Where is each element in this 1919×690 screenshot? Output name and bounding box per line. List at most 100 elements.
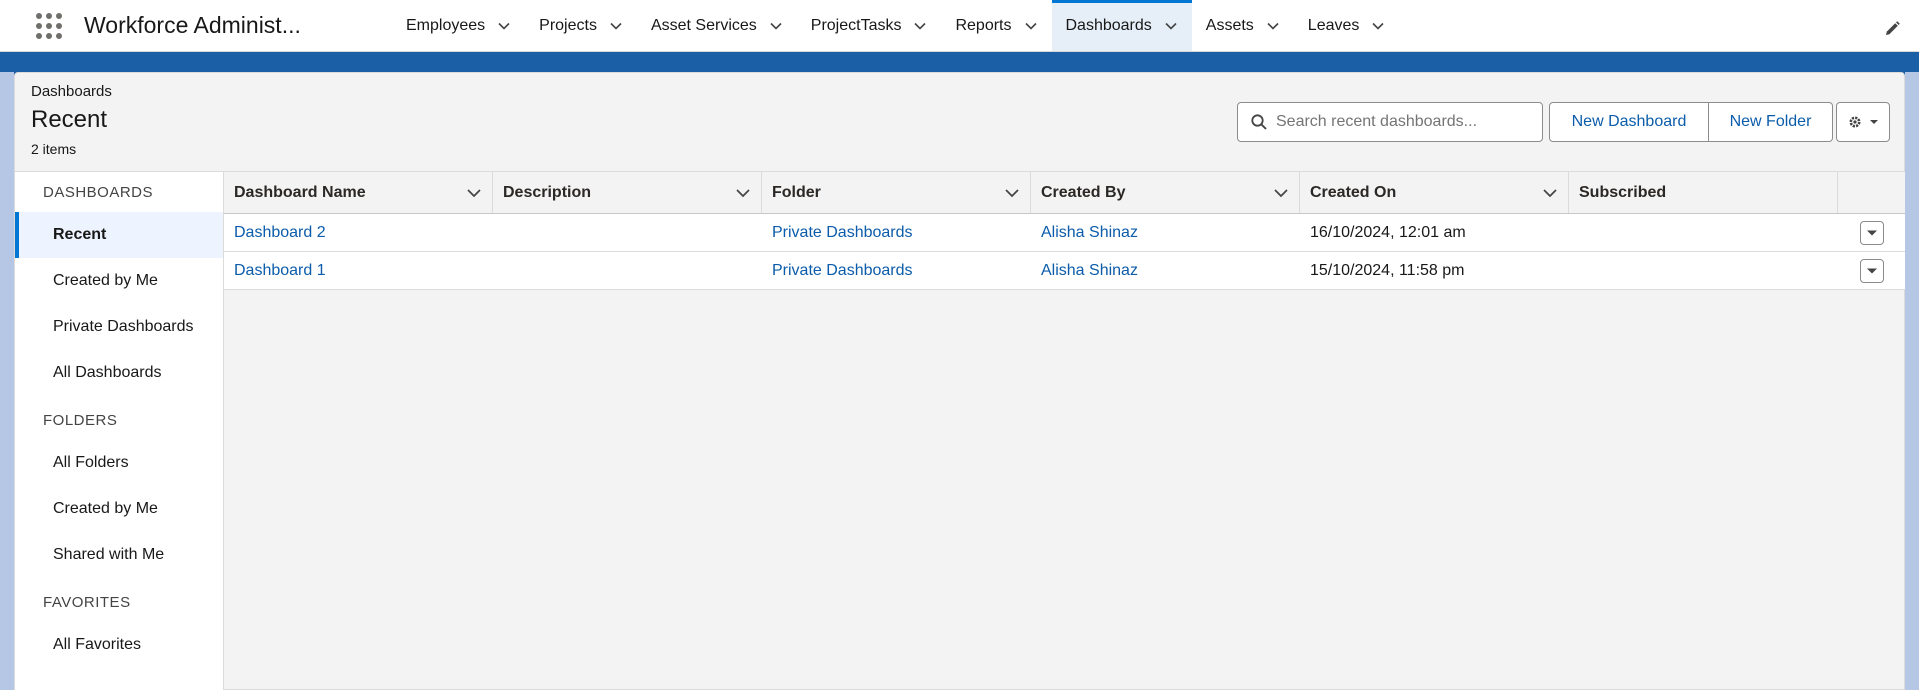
global-nav: Workforce Administ... Employees Projects… <box>0 0 1919 52</box>
app-launcher-button[interactable] <box>0 0 62 51</box>
column-label: Dashboard Name <box>234 183 366 201</box>
cell-dashboard-name: Dashboard 1 <box>224 252 493 289</box>
cell-created-on: 16/10/2024, 12:01 am <box>1310 223 1466 241</box>
cell-row-actions <box>1838 252 1905 289</box>
new-dashboard-button[interactable]: New Dashboard <box>1549 102 1709 142</box>
left-backdrop <box>0 72 14 690</box>
chevron-down-icon[interactable] <box>1273 185 1289 201</box>
tab-label: Dashboards <box>1065 16 1152 34</box>
list-view-card: Dashboards Recent 2 items New Dashboard … <box>14 72 1905 690</box>
tab-assets[interactable]: Assets <box>1192 0 1294 51</box>
cell-created-by: Alisha Shinaz <box>1031 252 1300 289</box>
tab-label: Projects <box>539 16 597 34</box>
tab-asset-services[interactable]: Asset Services <box>637 0 797 51</box>
nav-tabs: Employees Projects Asset Services Projec… <box>392 0 1399 51</box>
caret-down-icon <box>1866 268 1877 273</box>
sidebar-item-shared-with-me[interactable]: Shared with Me <box>15 532 223 578</box>
list-settings-button[interactable] <box>1836 102 1890 142</box>
gear-icon <box>1849 116 1860 128</box>
cell-subscribed <box>1569 252 1838 289</box>
app-launcher-icon <box>36 12 62 39</box>
column-label: Description <box>503 183 592 201</box>
table-header: Dashboard Name Description Folder Create… <box>224 172 1905 214</box>
user-link[interactable]: Alisha Shinaz <box>1041 224 1138 242</box>
sidebar-item-all-folders[interactable]: All Folders <box>15 440 223 486</box>
sidebar-section-title: FAVORITES <box>43 593 131 611</box>
cell-folder: Private Dashboards <box>762 214 1031 251</box>
tab-label: Assets <box>1205 16 1254 34</box>
column-header-subscribed[interactable]: Subscribed <box>1569 172 1838 213</box>
chevron-down-icon[interactable] <box>735 185 751 201</box>
sidebar-item-recent[interactable]: Recent <box>15 212 223 258</box>
search-input[interactable] <box>1276 113 1526 131</box>
column-header-created-by[interactable]: Created By <box>1031 172 1300 213</box>
cell-description <box>493 214 762 251</box>
sidebar-section-title: DASHBOARDS <box>43 183 154 201</box>
tab-label: ProjectTasks <box>810 16 902 34</box>
caret-down-icon <box>1869 120 1878 124</box>
cell-created-on: 15/10/2024, 11:58 pm <box>1310 261 1465 279</box>
sidebar-item-private-dashboards[interactable]: Private Dashboards <box>15 304 223 350</box>
table-row: Dashboard 1 Private Dashboards Alisha Sh… <box>224 252 1905 290</box>
column-header-dashboard-name[interactable]: Dashboard Name <box>224 172 493 213</box>
chevron-down-icon[interactable] <box>1024 19 1038 33</box>
column-header-folder[interactable]: Folder <box>762 172 1031 213</box>
folder-link[interactable]: Private Dashboards <box>772 262 913 280</box>
sidebar-item-folders-created-by-me[interactable]: Created by Me <box>15 486 223 532</box>
cell-created-by: Alisha Shinaz <box>1031 214 1300 251</box>
cell-row-actions <box>1838 214 1905 251</box>
tab-label: Reports <box>955 16 1012 34</box>
tab-label: Leaves <box>1307 16 1360 34</box>
chevron-down-icon[interactable] <box>1371 19 1385 33</box>
tab-dashboards[interactable]: Dashboards <box>1051 0 1193 51</box>
folder-link[interactable]: Private Dashboards <box>772 224 913 242</box>
tab-reports[interactable]: Reports <box>941 0 1051 51</box>
tab-label: Asset Services <box>650 16 757 34</box>
sidebar-item-created-by-me[interactable]: Created by Me <box>15 258 223 304</box>
chevron-down-icon[interactable] <box>497 19 511 33</box>
tab-projecttasks[interactable]: ProjectTasks <box>797 0 942 51</box>
page-title: Recent <box>31 106 108 133</box>
dashboards-table: Dashboard Name Description Folder Create… <box>224 171 1905 690</box>
chevron-down-icon[interactable] <box>466 185 482 201</box>
tab-employees[interactable]: Employees <box>392 0 525 51</box>
user-link[interactable]: Alisha Shinaz <box>1041 262 1138 280</box>
caret-down-icon <box>1866 230 1877 235</box>
column-header-actions <box>1838 172 1905 213</box>
tab-leaves[interactable]: Leaves <box>1294 0 1400 51</box>
dashboard-link[interactable]: Dashboard 1 <box>234 262 326 280</box>
sidebar-item-all-dashboards[interactable]: All Dashboards <box>15 350 223 396</box>
chevron-down-icon[interactable] <box>1266 19 1280 33</box>
breadcrumb[interactable]: Dashboards <box>31 83 112 100</box>
pencil-icon[interactable] <box>1883 20 1901 38</box>
tab-projects[interactable]: Projects <box>525 0 637 51</box>
chevron-down-icon[interactable] <box>769 19 783 33</box>
chevron-down-icon[interactable] <box>913 19 927 33</box>
item-count: 2 items <box>31 141 77 157</box>
chevron-down-icon[interactable] <box>1004 185 1020 201</box>
column-label: Subscribed <box>1579 183 1667 201</box>
sidebar-item-all-favorites[interactable]: All Favorites <box>15 622 223 668</box>
chevron-down-icon[interactable] <box>1542 185 1558 201</box>
dashboard-link[interactable]: Dashboard 2 <box>234 224 326 242</box>
column-header-description[interactable]: Description <box>493 172 762 213</box>
cell-folder: Private Dashboards <box>762 252 1031 289</box>
tab-label: Employees <box>406 16 486 34</box>
column-label: Created By <box>1041 183 1126 201</box>
new-folder-button[interactable]: New Folder <box>1709 102 1833 142</box>
app-name: Workforce Administ... <box>84 12 301 38</box>
row-actions-button[interactable] <box>1859 220 1884 245</box>
column-label: Created On <box>1310 183 1397 201</box>
cell-description <box>493 252 762 289</box>
header-actions: New Dashboard New Folder <box>1549 102 1833 142</box>
brand-band <box>0 52 1919 72</box>
search-icon <box>1251 114 1267 130</box>
column-header-created-on[interactable]: Created On <box>1300 172 1569 213</box>
chevron-down-icon[interactable] <box>1164 19 1178 33</box>
table-row: Dashboard 2 Private Dashboards Alisha Sh… <box>224 214 1905 252</box>
search-box[interactable] <box>1237 102 1543 142</box>
right-backdrop <box>1905 72 1919 690</box>
cell-subscribed <box>1569 214 1838 251</box>
row-actions-button[interactable] <box>1859 258 1884 283</box>
chevron-down-icon[interactable] <box>609 19 623 33</box>
